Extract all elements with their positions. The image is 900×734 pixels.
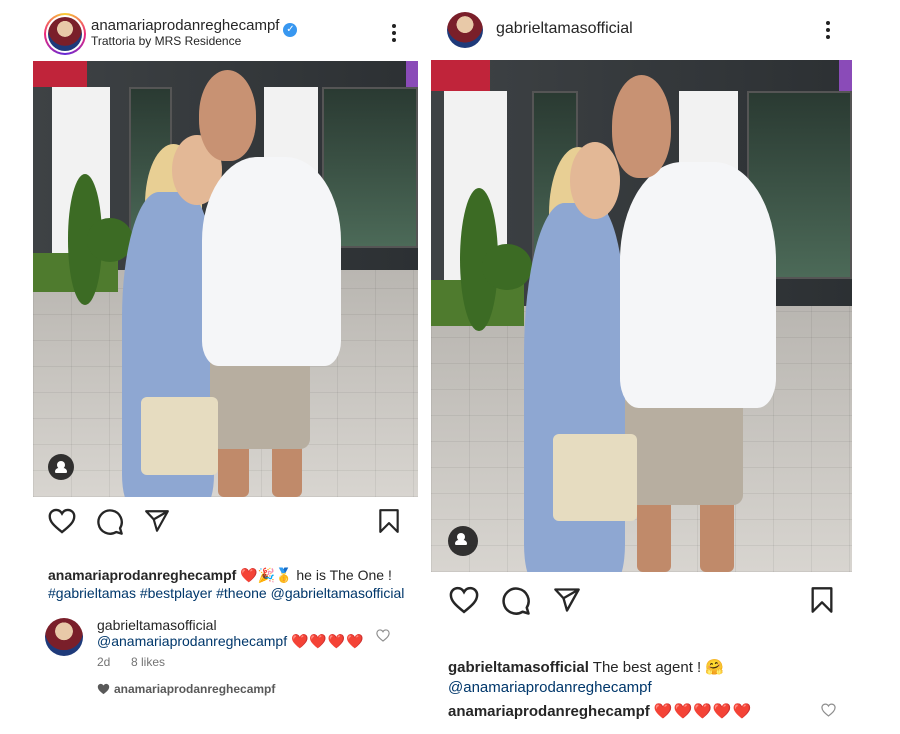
- comment-likes-count[interactable]: 8 likes: [131, 655, 165, 669]
- left-post-share-icon[interactable]: [144, 508, 170, 534]
- left-post-tagged-people-icon[interactable]: [48, 454, 74, 480]
- caption-text: The best agent ! 🤗: [588, 659, 725, 676]
- comment-like-heart-icon[interactable]: [376, 629, 390, 642]
- comment-text: @anamariaprodanreghecampf ❤️❤️❤️❤️: [97, 632, 365, 650]
- right-post-comment: anamariaprodanreghecampf ❤️❤️❤️❤️❤️: [448, 702, 752, 722]
- caption-emojis: ❤️🎉🥇: [240, 567, 293, 583]
- caption-text: he is The One !: [292, 567, 392, 583]
- left-post-photo[interactable]: [33, 61, 418, 497]
- right-post-like-heart-icon[interactable]: [449, 586, 479, 614]
- left-post-comment-icon[interactable]: [96, 508, 124, 536]
- caption-username[interactable]: gabrieltamasofficial: [448, 659, 589, 676]
- right-post-author-avatar[interactable]: [447, 12, 483, 48]
- comment-hearts: ❤️❤️❤️❤️❤️: [653, 703, 753, 720]
- hashtag-link[interactable]: #bestplayer: [140, 585, 212, 601]
- right-post: gabrieltamasofficial gabrieltamasofficia…: [430, 0, 900, 734]
- right-post-tagged-people-icon[interactable]: [448, 526, 478, 556]
- left-post-more-options-icon[interactable]: [391, 24, 397, 42]
- right-post-share-icon[interactable]: [553, 586, 581, 614]
- left-post-caption: anamariaprodanreghecampf ❤️🎉🥇 he is The …: [48, 566, 423, 602]
- right-post-caption: gabrieltamasofficial The best agent ! 🤗 …: [448, 658, 848, 698]
- caption-username[interactable]: anamariaprodanreghecampf: [48, 567, 236, 583]
- mention-link[interactable]: @gabrieltamasofficial: [271, 585, 405, 601]
- left-post-author-avatar[interactable]: [44, 13, 86, 55]
- right-comment-like-heart-icon[interactable]: [821, 703, 836, 717]
- comment-author-name[interactable]: anamariaprodanreghecampf: [448, 703, 650, 720]
- hashtag-link[interactable]: #theone: [216, 585, 267, 601]
- verified-badge-icon: ✓: [283, 23, 298, 37]
- comment-hearts: ❤️❤️❤️❤️: [291, 633, 365, 649]
- left-post-location[interactable]: Trattoria by MRS Residence: [91, 34, 241, 48]
- comment-mention-link[interactable]: @anamariaprodanreghecampf: [97, 633, 287, 649]
- author-liked-heart-icon: [97, 683, 110, 695]
- liked-by-author-label: anamariaprodanreghecampf: [114, 682, 276, 696]
- right-post-save-bookmark-icon[interactable]: [809, 586, 835, 614]
- right-post-comment-icon[interactable]: [501, 586, 531, 616]
- right-post-more-options-icon[interactable]: [825, 21, 831, 39]
- left-post-save-bookmark-icon[interactable]: [377, 508, 401, 534]
- right-post-photo[interactable]: [431, 60, 852, 572]
- left-post: anamariaprodanreghecampf ✓ Trattoria by M…: [0, 0, 430, 734]
- comment-age: 2d: [97, 655, 111, 669]
- hashtag-link[interactable]: #gabrieltamas: [48, 585, 136, 601]
- comment-author-avatar[interactable]: [45, 618, 83, 656]
- left-post-like-heart-icon[interactable]: [48, 508, 76, 534]
- right-post-author-name[interactable]: gabrieltamasofficial: [496, 20, 633, 38]
- caption-mention-link[interactable]: @anamariaprodanreghecampf: [448, 679, 652, 696]
